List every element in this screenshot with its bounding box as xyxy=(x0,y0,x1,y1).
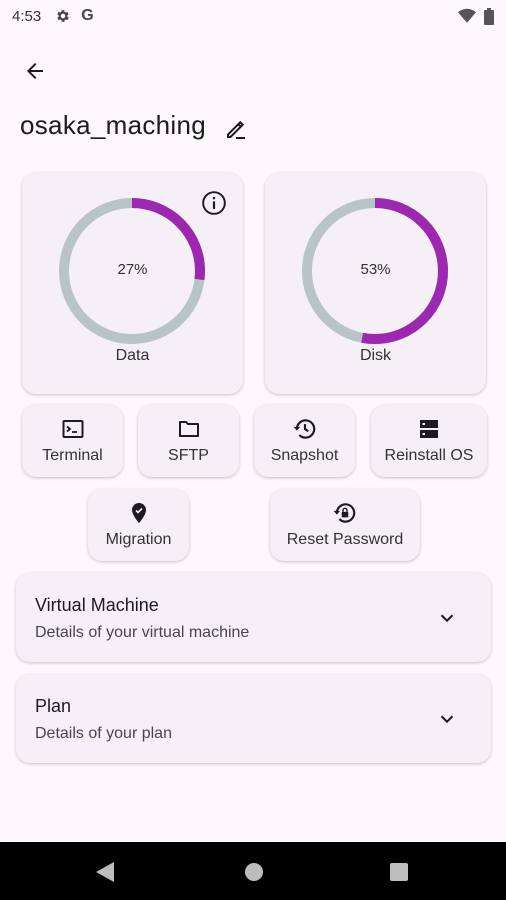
reinstall-os-label: Reinstall OS xyxy=(384,447,474,464)
nav-home-button[interactable] xyxy=(244,862,264,882)
page-title: osaka_maching xyxy=(20,110,207,140)
status-bar: 4:53 G xyxy=(0,0,506,32)
disk-usage-value: 53% xyxy=(360,261,391,278)
data-usage-card: 27% Data xyxy=(22,173,243,394)
lock-reset-icon xyxy=(332,501,358,525)
nav-back-button[interactable] xyxy=(96,862,114,882)
history-icon xyxy=(292,417,318,441)
system-nav-bar xyxy=(0,842,506,900)
terminal-icon xyxy=(61,417,85,441)
migration-label: Migration xyxy=(105,531,172,548)
arrow-left-icon xyxy=(27,63,43,79)
migration-button[interactable]: Migration xyxy=(88,489,189,561)
square-recents-icon xyxy=(390,863,408,881)
virtual-machine-subtitle: Details of your virtual machine xyxy=(35,624,250,641)
nav-recents-button[interactable] xyxy=(390,863,408,881)
triangle-back-icon xyxy=(96,862,114,882)
title-row: osaka_maching xyxy=(20,110,248,141)
virtual-machine-title: Virtual Machine xyxy=(35,595,159,615)
sftp-label: SFTP xyxy=(168,447,209,464)
edit-pencil-icon xyxy=(227,120,246,139)
terminal-button[interactable]: Terminal xyxy=(22,405,123,477)
settings-gear-icon xyxy=(55,8,71,24)
sftp-button[interactable]: SFTP xyxy=(138,405,239,477)
chevron-down-icon xyxy=(436,708,458,730)
virtual-machine-section[interactable]: Virtual Machine Details of your virtual … xyxy=(16,573,491,662)
plan-title: Plan xyxy=(35,696,72,716)
reinstall-os-button[interactable]: Reinstall OS xyxy=(371,405,487,477)
battery-icon xyxy=(484,7,494,25)
data-usage-label: Data xyxy=(115,347,150,364)
info-button[interactable] xyxy=(201,190,227,216)
folder-icon xyxy=(177,417,201,441)
circle-home-icon xyxy=(245,863,263,881)
snapshot-label: Snapshot xyxy=(270,447,339,464)
edit-name-button[interactable] xyxy=(224,117,248,141)
back-button[interactable] xyxy=(18,54,52,88)
dns-server-icon xyxy=(417,417,441,441)
location-pin-icon xyxy=(127,501,151,525)
plan-subtitle: Details of your plan xyxy=(35,725,172,742)
chevron-down-icon xyxy=(436,607,458,629)
snapshot-button[interactable]: Snapshot xyxy=(254,405,355,477)
google-g-icon: G xyxy=(81,7,94,24)
status-time: 4:53 xyxy=(12,7,42,25)
disk-usage-label: Disk xyxy=(359,347,392,364)
info-icon xyxy=(202,191,226,215)
disk-usage-card: 53% Disk xyxy=(265,173,486,394)
reset-password-label: Reset Password xyxy=(286,531,404,548)
plan-section[interactable]: Plan Details of your plan xyxy=(16,674,491,763)
terminal-label: Terminal xyxy=(42,447,103,464)
data-usage-value: 27% xyxy=(117,261,148,278)
wifi-icon xyxy=(458,8,476,24)
reset-password-button[interactable]: Reset Password xyxy=(270,489,420,561)
